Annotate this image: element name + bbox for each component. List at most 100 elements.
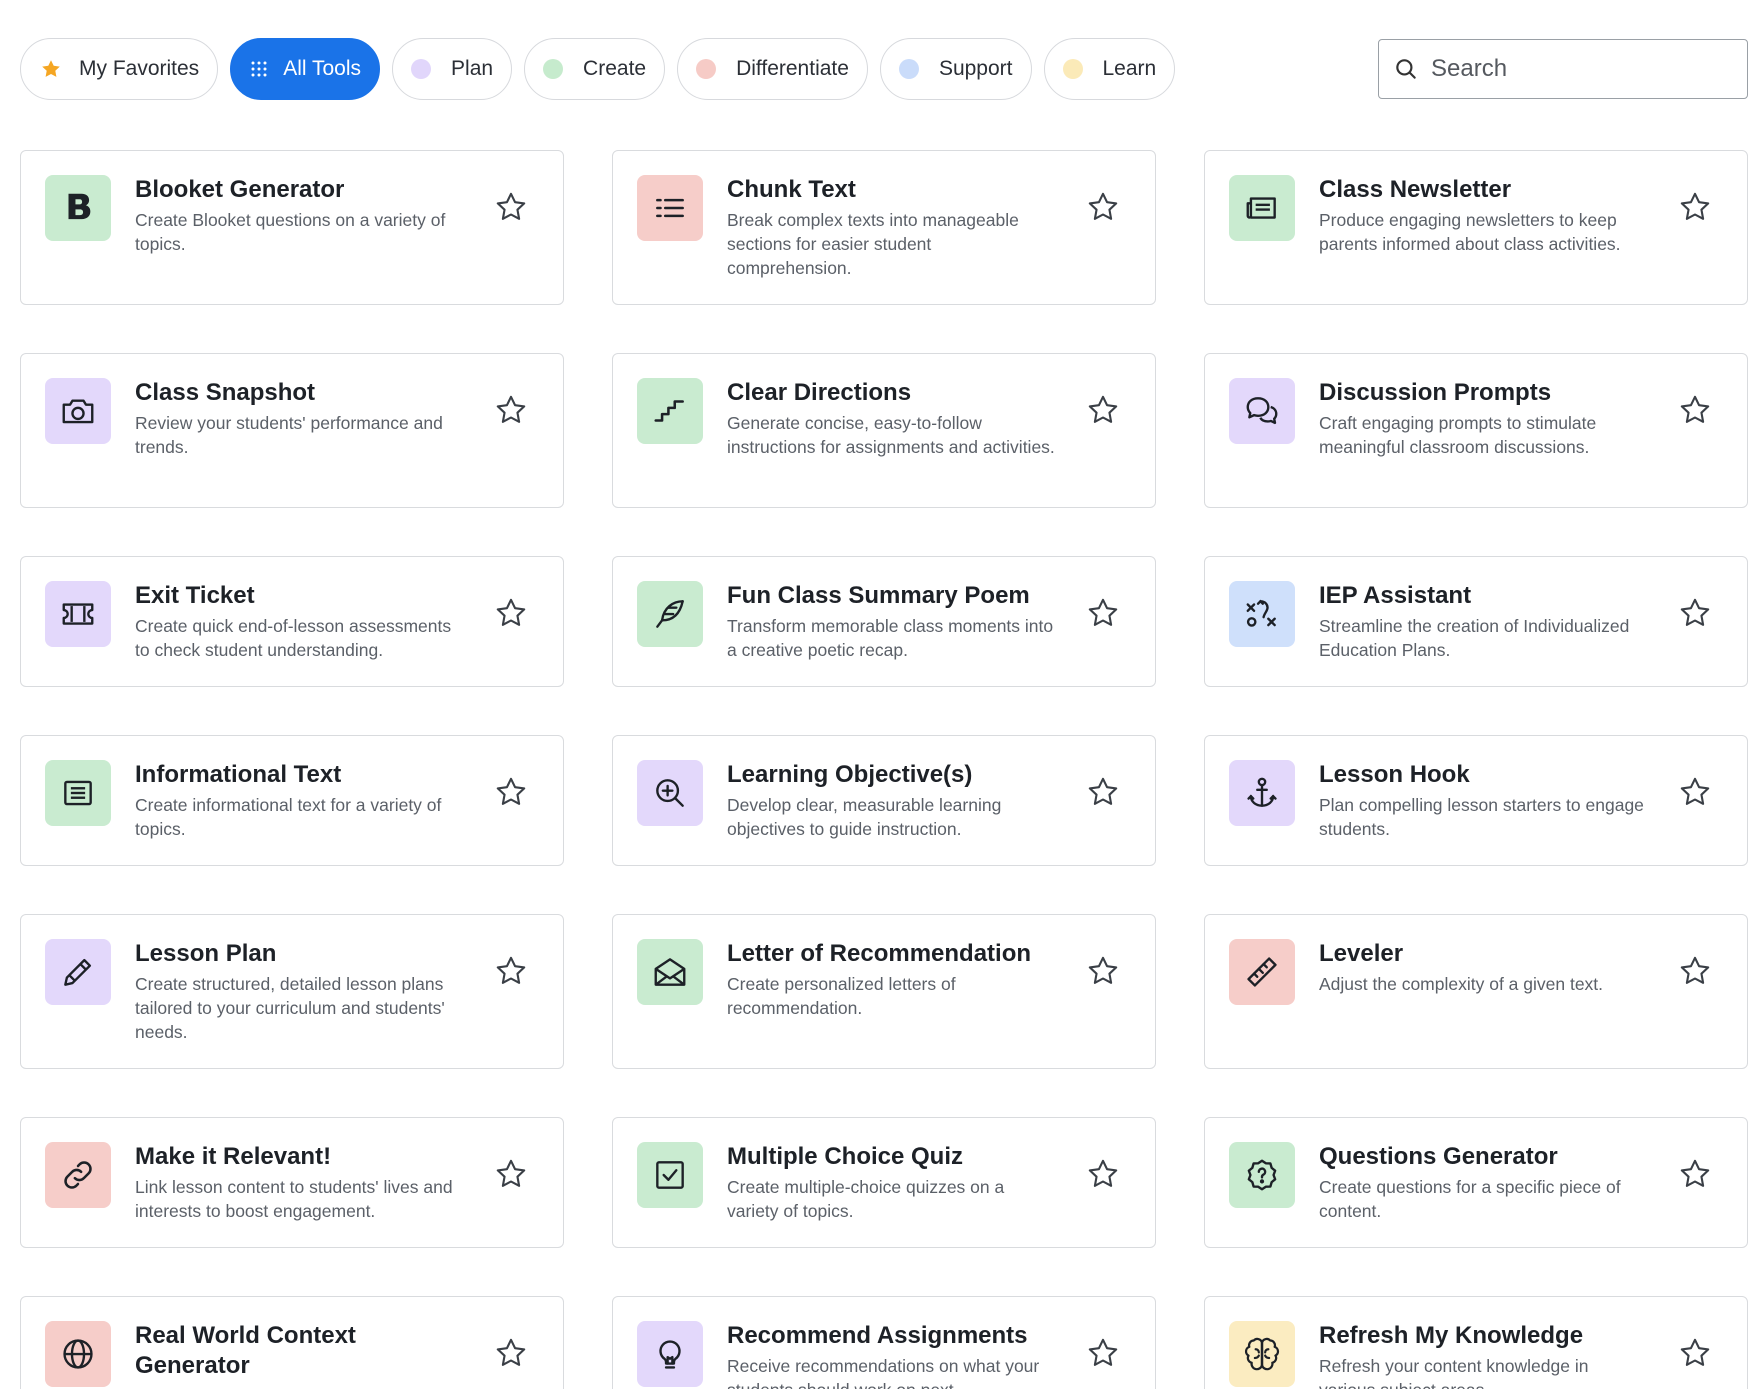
ruler-icon [1243, 953, 1281, 991]
tool-description: Adjust the complexity of a given text. [1319, 974, 1604, 994]
tool-description: Produce engaging newsletters to keep par… [1319, 210, 1621, 254]
tool-description: Create personalized letters of recommend… [727, 974, 956, 1018]
tool-card[interactable]: Class Snapshot Review your students' perf… [20, 353, 564, 508]
favorite-star-icon[interactable] [1085, 189, 1121, 225]
filter-support[interactable]: Support [879, 38, 1032, 100]
tool-card[interactable]: Informational Text Create informational t… [20, 735, 564, 866]
tool-icon-box [1229, 1142, 1295, 1208]
tool-card[interactable]: Lesson Plan Create structured, detailed l… [20, 914, 564, 1069]
tool-icon-box [1229, 760, 1295, 826]
search-box[interactable] [1378, 39, 1748, 99]
tool-title: Lesson Hook [1319, 761, 1470, 788]
favorite-star-icon[interactable] [1085, 953, 1121, 989]
tools-grid: Blooket Generator Create Blooket question… [20, 150, 1748, 1389]
favorite-star-icon[interactable] [1677, 774, 1713, 810]
favorite-star-icon[interactable] [493, 1335, 529, 1371]
checkbox-icon [651, 1156, 689, 1194]
favorite-star-icon[interactable] [1085, 1156, 1121, 1192]
filter-label: Support [938, 57, 1013, 80]
chat-bubbles-icon [1243, 392, 1281, 430]
tool-description: Craft engaging prompts to stimulate mean… [1319, 413, 1597, 457]
search-input[interactable] [1431, 55, 1721, 83]
favorite-star-icon[interactable] [493, 392, 529, 428]
tool-card[interactable]: Make it Relevant! Link lesson content to … [20, 1117, 564, 1248]
tool-title: Fun Class Summary Poem [727, 582, 1030, 609]
tool-icon-box [637, 939, 703, 1005]
tool-card[interactable]: Exit Ticket Create quick end-of-lesson as… [20, 556, 564, 687]
tool-card[interactable]: Real World Context Generator [20, 1296, 564, 1389]
category-dot-icon [411, 59, 432, 79]
favorite-star-icon[interactable] [493, 953, 529, 989]
tool-description: Link lesson content to students' lives a… [135, 1177, 453, 1221]
favorite-star-icon[interactable] [1085, 1335, 1121, 1371]
tool-icon-box [637, 760, 703, 826]
tool-icon-box [45, 1321, 111, 1387]
tool-icon-box [45, 581, 111, 647]
category-dot-icon [898, 59, 919, 79]
tool-description: Develop clear, measurable learning objec… [727, 795, 1002, 839]
tool-title: Class Snapshot [135, 379, 316, 406]
tool-icon-box [637, 175, 703, 241]
tool-description: Review your students' performance and tr… [135, 413, 443, 457]
tool-title: Questions Generator [1319, 1143, 1558, 1170]
tool-card[interactable]: Learning Objective(s) Develop clear, meas… [612, 735, 1156, 866]
favorite-star-icon[interactable] [493, 774, 529, 810]
filter-label: Differentiate [736, 57, 849, 80]
tool-description: Plan compelling lesson starters to engag… [1319, 795, 1644, 839]
filter-plan[interactable]: Plan [392, 38, 513, 100]
tool-card[interactable]: Class Newsletter Produce engaging newslet… [1204, 150, 1748, 305]
tool-card[interactable]: Blooket Generator Create Blooket question… [20, 150, 564, 305]
tool-card[interactable]: Recommend Assignments Receive recommendat… [612, 1296, 1156, 1389]
filter-create[interactable]: Create [524, 38, 666, 100]
tool-icon-box [637, 1321, 703, 1387]
favorite-star-icon[interactable] [493, 1156, 529, 1192]
favorite-star-icon[interactable] [1085, 774, 1121, 810]
tool-title: Exit Ticket [135, 582, 255, 609]
tool-card[interactable]: Fun Class Summary Poem Transform memorabl… [612, 556, 1156, 687]
favorite-star-icon[interactable] [1677, 1335, 1713, 1371]
filter-all-tools[interactable]: All Tools [230, 38, 381, 100]
favorite-star-icon[interactable] [1677, 953, 1713, 989]
tool-card[interactable]: IEP Assistant Streamline the creation of … [1204, 556, 1748, 687]
favorite-star-icon[interactable] [1677, 392, 1713, 428]
favorite-star-icon[interactable] [1085, 392, 1121, 428]
text-document-icon [59, 774, 97, 812]
tool-card[interactable]: Leveler Adjust the complexity of a given … [1204, 914, 1748, 1069]
tool-card[interactable]: Multiple Choice Quiz Create multiple-choi… [612, 1117, 1156, 1248]
anchor-icon [1243, 774, 1281, 812]
favorite-star-icon[interactable] [493, 189, 529, 225]
tool-description: Create Blooket questions on a variety of… [135, 210, 446, 254]
filter-label: Learn [1102, 57, 1157, 80]
favorite-star-icon[interactable] [1677, 189, 1713, 225]
tool-description: Create structured, detailed lesson plans… [135, 974, 445, 1042]
filter-label: All Tools [283, 57, 362, 80]
tool-card[interactable]: Clear Directions Generate concise, easy-t… [612, 353, 1156, 508]
tool-card[interactable]: Discussion Prompts Craft engaging prompts… [1204, 353, 1748, 508]
category-dot-icon [696, 59, 717, 79]
open-envelope-icon [651, 953, 689, 991]
category-dot-icon [543, 59, 564, 79]
favorite-star-icon[interactable] [493, 595, 529, 631]
tool-card[interactable]: Chunk Text Break complex texts into manag… [612, 150, 1156, 305]
tool-icon-box [637, 581, 703, 647]
tool-icon-box [45, 939, 111, 1005]
tool-title: Real World Context Generator [135, 1322, 356, 1379]
tool-title: Learning Objective(s) [727, 761, 973, 788]
tool-card[interactable]: Letter of Recommendation Create personali… [612, 914, 1156, 1069]
favorite-star-icon[interactable] [1085, 595, 1121, 631]
tool-card[interactable]: Questions Generator Create questions for … [1204, 1117, 1748, 1248]
filter-my-favorites[interactable]: My Favorites [20, 38, 219, 100]
strategy-icon [1243, 595, 1281, 633]
feather-icon [651, 595, 689, 633]
filter-bar: My Favorites All Tools Plan Create Different… [20, 38, 1176, 100]
filter-learn[interactable]: Learn [1043, 38, 1176, 100]
filter-differentiate[interactable]: Differentiate [677, 38, 868, 100]
brain-icon [1243, 1335, 1281, 1373]
tool-card[interactable]: Refresh My Knowledge Refresh your content… [1204, 1296, 1748, 1389]
favorite-star-icon[interactable] [1677, 595, 1713, 631]
tool-icon-box [45, 1142, 111, 1208]
tool-description: Generate concise, easy-to-follow instruc… [727, 413, 1055, 457]
favorite-star-icon[interactable] [1677, 1156, 1713, 1192]
tool-card[interactable]: Lesson Hook Plan compelling lesson starte… [1204, 735, 1748, 866]
tool-title: Letter of Recommendation [727, 940, 1032, 967]
